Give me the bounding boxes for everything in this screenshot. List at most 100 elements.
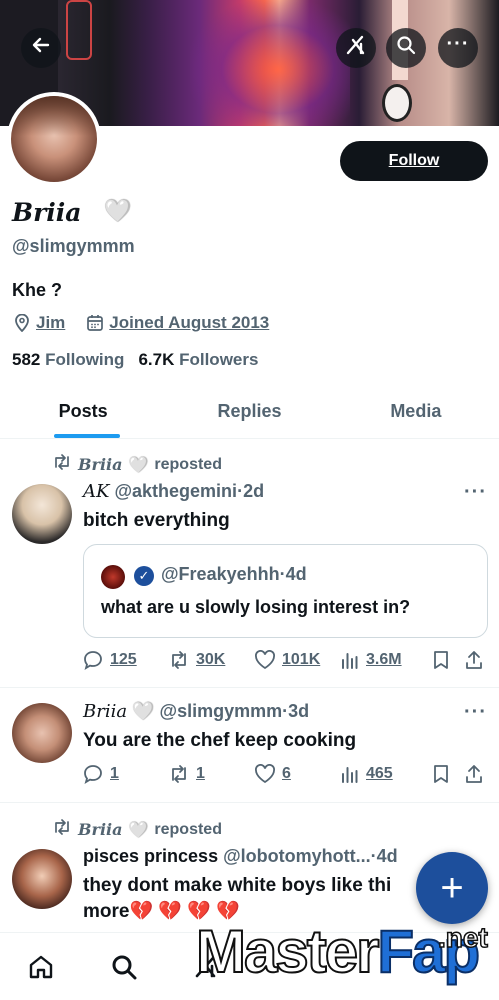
post-text: You are the chef keep cooking (83, 730, 357, 751)
follow-stats: 582 Following 6.7K Followers (12, 350, 258, 370)
repost-count: 30K (196, 651, 226, 668)
repost-by[interactable]: Briia (78, 820, 122, 839)
repost-icon (52, 454, 72, 475)
repost-icon (52, 819, 72, 840)
quoted-post[interactable]: ✓ @Freakyehhh·4d what are u slowly losin… (83, 544, 488, 638)
post-text-line: they dont make white boys like thi (83, 875, 392, 896)
post-time[interactable]: 4d (377, 846, 398, 866)
quote-handle[interactable]: @Freakyehhh·4d (161, 564, 307, 585)
author-handle[interactable]: @lobotomyhott... (223, 846, 371, 866)
back-arrow-icon (31, 35, 51, 61)
profile-handle: @slimgymmm (12, 236, 135, 256)
nav-home[interactable] (25, 951, 57, 983)
share-button[interactable] (464, 650, 488, 670)
grok-button[interactable] (336, 28, 376, 68)
repost-button[interactable]: 1 (168, 764, 254, 784)
follow-button[interactable]: Follow (340, 141, 488, 181)
author-handle[interactable]: @akthegemini (114, 481, 237, 501)
repost-button[interactable]: 30K (168, 650, 254, 670)
watermark-text: Master (195, 918, 380, 985)
repost-icon (172, 651, 186, 669)
repost-icon (172, 765, 186, 783)
nav-search[interactable] (108, 951, 140, 983)
location-icon (12, 313, 32, 333)
profile-avatar[interactable] (7, 92, 101, 186)
view-count: 3.6M (366, 651, 402, 668)
post-time[interactable]: 2d (243, 481, 264, 501)
tab-replies[interactable]: Replies (166, 384, 332, 438)
repost-label: reposted (154, 820, 222, 838)
views-button[interactable]: 465 (340, 764, 432, 784)
author-name[interactable]: pisces princess (83, 846, 218, 866)
home-icon (29, 955, 53, 979)
view-count: 465 (366, 765, 393, 782)
post-header: AK @akthegemini·2d (83, 481, 264, 502)
avatar[interactable] (12, 849, 72, 909)
post-actions: 1 1 6 465 (82, 762, 488, 786)
author-name[interactable]: AK (83, 481, 109, 502)
quote-avatar[interactable] (101, 565, 125, 589)
quote-time: 4d (285, 564, 307, 584)
display-name: Briia (12, 198, 82, 227)
profile-tabs: Posts Replies Media (0, 384, 499, 439)
post-header: Briia 🤍 @slimgymmm·3d (83, 701, 309, 722)
avatar[interactable] (12, 703, 72, 763)
plus-icon: + (440, 865, 464, 910)
share-button[interactable] (464, 764, 488, 784)
reply-button[interactable]: 1 (82, 763, 168, 785)
profile-meta: Jim Joined August 2013 (12, 313, 269, 333)
search-button[interactable] (386, 28, 426, 68)
author-name[interactable]: Briia (83, 701, 127, 722)
calendar-icon (85, 313, 105, 333)
bookmark-button[interactable] (432, 764, 464, 784)
like-count: 101K (282, 651, 321, 668)
like-button[interactable]: 6 (254, 764, 340, 784)
repost-count: 1 (196, 765, 205, 782)
share-icon (466, 651, 482, 669)
location-text[interactable]: Jim (36, 313, 65, 333)
bookmark-icon (434, 765, 448, 783)
quote-handle-text: @Freakyehhh (161, 564, 280, 584)
search-icon (112, 955, 137, 980)
compose-post-button[interactable]: + (416, 852, 488, 924)
post-more-button[interactable]: ··· (464, 701, 487, 724)
search-icon (396, 35, 416, 61)
post-text: bitch everything (83, 510, 230, 531)
repost-by[interactable]: Briia (78, 455, 122, 474)
author-handle[interactable]: @slimgymmm (160, 701, 283, 721)
post-time[interactable]: 3d (288, 701, 309, 721)
reply-count: 125 (110, 651, 137, 668)
quote-text: what are u slowly losing interest in? (101, 597, 411, 617)
avatar[interactable] (12, 484, 72, 544)
post-more-button[interactable]: ··· (464, 481, 487, 504)
heart-emoji: 🤍 (132, 701, 155, 721)
bookmark-button[interactable] (432, 650, 464, 670)
heart-emoji: 🤍 (128, 821, 149, 839)
repost-indicator: Briia 🤍 reposted (52, 454, 222, 475)
back-button[interactable] (21, 28, 61, 68)
post-actions: 125 30K 101K 3.6M (82, 648, 488, 672)
more-options-button[interactable]: ··· (438, 28, 478, 68)
reply-count: 1 (110, 765, 119, 782)
reply-button[interactable]: 125 (82, 649, 168, 671)
banner-sticker (382, 84, 412, 122)
views-button[interactable]: 3.6M (340, 650, 432, 670)
followers-count: 6.7K (138, 350, 175, 369)
joined-date[interactable]: Joined August 2013 (109, 313, 269, 333)
reply-icon (84, 765, 102, 784)
watermark-suffix: .net (437, 921, 488, 954)
following-link[interactable]: 582 Following (12, 350, 124, 370)
heart-emoji: 🤍 (128, 456, 149, 474)
followers-link[interactable]: 6.7K Followers (138, 350, 258, 370)
like-count: 6 (282, 765, 291, 782)
repost-indicator: Briia 🤍 reposted (52, 819, 222, 840)
profile-bio: Khe ? (12, 280, 63, 300)
bookmark-icon (434, 651, 448, 669)
following-label: Following (45, 350, 125, 369)
views-icon (342, 653, 358, 669)
tab-media[interactable]: Media (333, 384, 499, 438)
tab-posts[interactable]: Posts (0, 384, 166, 438)
heart-icon (255, 764, 275, 784)
followers-label: Followers (179, 350, 259, 369)
like-button[interactable]: 101K (254, 650, 340, 670)
